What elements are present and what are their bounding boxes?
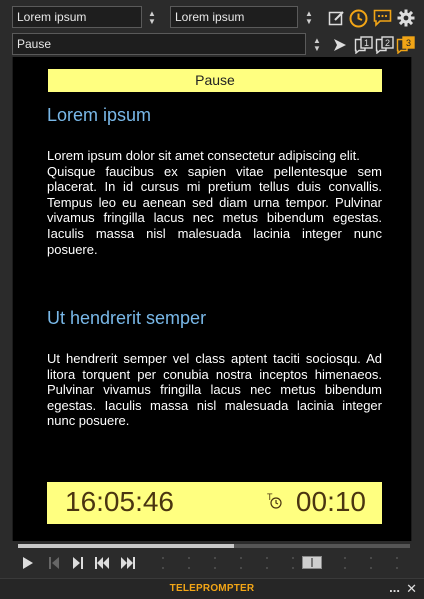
fast-forward-icon[interactable] xyxy=(120,555,136,571)
toolbar-row-bottom: Pause ▲ ▼ 1 2 3 xyxy=(0,33,424,57)
close-icon[interactable]: ✕ xyxy=(406,581,417,597)
target-select-spinner[interactable]: ▲ ▼ xyxy=(303,7,315,29)
clock-icon[interactable] xyxy=(348,8,368,28)
page-3-icon[interactable]: 3 xyxy=(396,35,416,55)
more-menu-icon[interactable]: ... xyxy=(389,580,400,595)
mode-select-spinner[interactable]: ▲ ▼ xyxy=(311,34,323,56)
svg-text:3: 3 xyxy=(406,38,411,48)
toolbar-row-top: Lorem ipsum ▲ ▼ Lorem ipsum ▲ ▼ xyxy=(0,6,424,30)
panel-footer: TELEPROMPTER ... ✕ xyxy=(0,578,424,599)
source-select[interactable]: Lorem ipsum xyxy=(12,6,142,28)
play-icon[interactable] xyxy=(20,555,36,571)
play-outline-icon[interactable] xyxy=(330,35,350,55)
page-2-icon[interactable]: 2 xyxy=(375,35,395,55)
section-paragraph: Ut hendrerit semper vel class aptent tac… xyxy=(47,351,382,429)
svg-text:1: 1 xyxy=(364,38,369,48)
gear-icon[interactable] xyxy=(396,8,416,28)
rewind-icon[interactable] xyxy=(94,555,110,571)
progress-fill xyxy=(18,544,234,548)
timeline-ticks xyxy=(150,553,410,573)
panel-title: TELEPROMPTER xyxy=(169,583,255,594)
step-forward-icon[interactable] xyxy=(70,555,86,571)
progress-scrubber[interactable] xyxy=(18,544,410,548)
svg-text:2: 2 xyxy=(385,38,390,48)
margin-line-left xyxy=(12,57,13,541)
scroll-speed-handle[interactable] xyxy=(302,556,322,569)
section-paragraph: Lorem ipsum dolor sit amet consectetur a… xyxy=(47,148,382,257)
edit-icon[interactable] xyxy=(326,8,346,28)
time-display: 16:05:46 T 00:10 xyxy=(47,482,382,524)
source-select-spinner[interactable]: ▲ ▼ xyxy=(146,7,158,29)
prompter-view: Pause Lorem ipsum Lorem ipsum dolor sit … xyxy=(12,57,412,541)
page-1-icon[interactable]: 1 xyxy=(354,35,374,55)
pause-banner: Pause xyxy=(48,69,382,92)
target-select[interactable]: Lorem ipsum xyxy=(170,6,298,28)
section-heading: Lorem ipsum xyxy=(47,105,152,125)
mode-select[interactable]: Pause xyxy=(12,33,306,55)
timer-readout: 00:10 xyxy=(295,486,366,517)
timer-icon: T xyxy=(267,492,283,515)
margin-line-right xyxy=(411,57,412,541)
section-heading: Ut hendrerit semper xyxy=(47,308,207,328)
clock-readout: 16:05:46 xyxy=(65,486,174,517)
skip-start-icon[interactable] xyxy=(46,555,62,571)
message-icon[interactable] xyxy=(372,8,392,28)
